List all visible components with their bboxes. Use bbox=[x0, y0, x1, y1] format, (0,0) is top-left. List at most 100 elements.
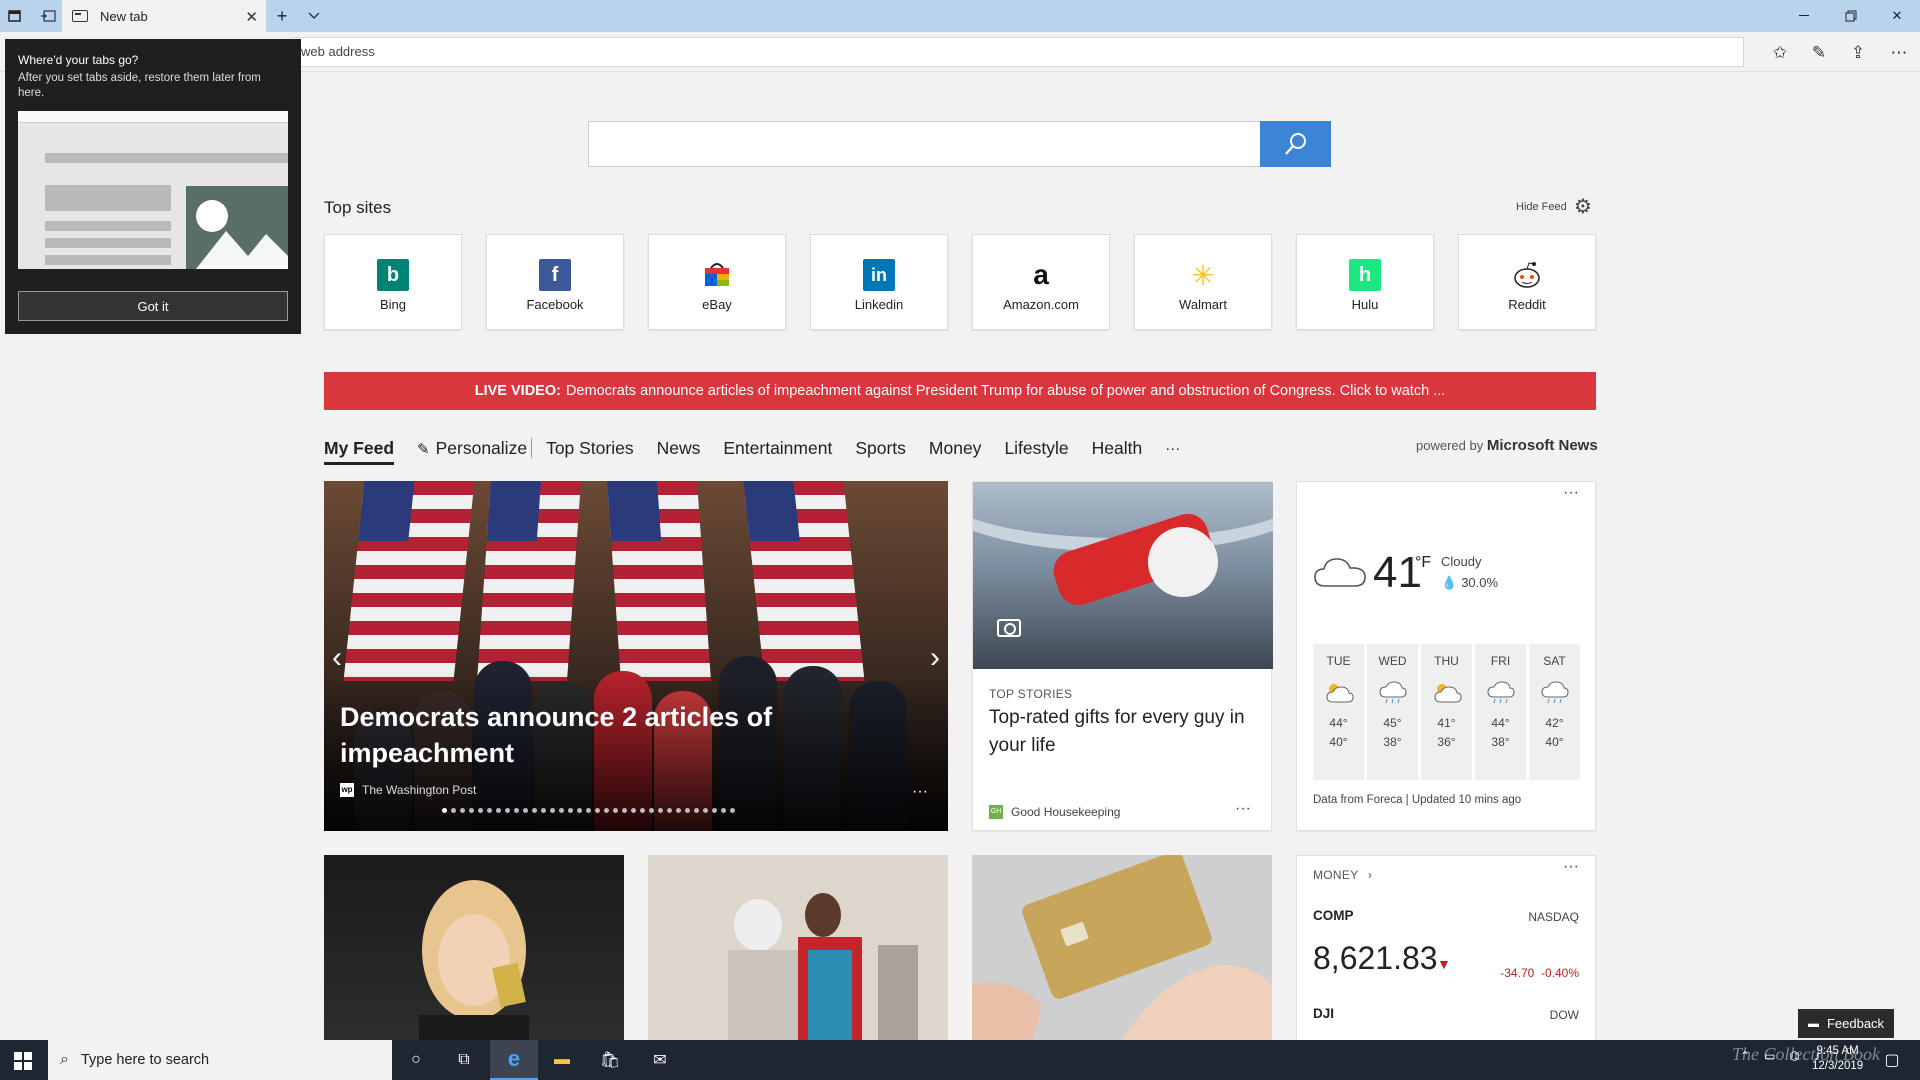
carousel-dot[interactable] bbox=[559, 808, 564, 813]
carousel-dot[interactable] bbox=[523, 808, 528, 813]
carousel-dot[interactable] bbox=[505, 808, 510, 813]
carousel-dot[interactable] bbox=[478, 808, 483, 813]
top-site-walmart[interactable]: ✳ Walmart bbox=[1134, 234, 1272, 330]
minimize-icon[interactable] bbox=[1782, 0, 1828, 32]
money-header[interactable]: MONEY › bbox=[1313, 868, 1372, 882]
tab-news[interactable]: News bbox=[657, 438, 701, 459]
tabs-aside-icon[interactable] bbox=[6, 6, 26, 26]
windows-start-icon[interactable] bbox=[14, 1052, 32, 1070]
tab-preview-chevron-icon[interactable] bbox=[304, 6, 324, 26]
cortana-icon[interactable]: ○ bbox=[392, 1040, 440, 1080]
forecast-day[interactable]: TUE 44° 40° bbox=[1313, 644, 1364, 780]
hide-feed-link[interactable]: Hide Feed bbox=[1516, 201, 1567, 213]
new-tab-plus-icon[interactable]: + bbox=[272, 6, 292, 26]
carousel-dot[interactable] bbox=[469, 808, 474, 813]
carousel-dot[interactable] bbox=[442, 808, 447, 813]
tab-my-feed[interactable]: My Feed bbox=[324, 438, 395, 465]
carousel-dot[interactable] bbox=[532, 808, 537, 813]
tab-health[interactable]: Health bbox=[1092, 438, 1143, 459]
hero-headline[interactable]: Democrats announce 2 articles of impeach… bbox=[340, 699, 810, 771]
tab-entertainment[interactable]: Entertainment bbox=[723, 438, 832, 459]
carousel-dot[interactable] bbox=[658, 808, 663, 813]
search-button[interactable] bbox=[1260, 121, 1331, 167]
top-site-facebook[interactable]: f Facebook bbox=[486, 234, 624, 330]
forecast-day[interactable]: SAT 42° 40° bbox=[1529, 644, 1580, 780]
edge-browser-icon[interactable]: e bbox=[490, 1040, 538, 1080]
tab-new-tab[interactable]: New tab ✕ bbox=[62, 0, 266, 32]
carousel-dot[interactable] bbox=[550, 808, 555, 813]
set-tabs-aside-icon[interactable] bbox=[38, 6, 58, 26]
forecast-day[interactable]: THU 41° 36° bbox=[1421, 644, 1472, 780]
carousel-dot[interactable] bbox=[640, 808, 645, 813]
news-tile-volunteers[interactable] bbox=[648, 855, 948, 1041]
story-card[interactable]: TOP STORIES Top-rated gifts for every gu… bbox=[972, 481, 1273, 831]
carousel-dot[interactable] bbox=[604, 808, 609, 813]
tab-personalize[interactable]: ✎ Personalize bbox=[417, 438, 527, 459]
carousel-dot[interactable] bbox=[694, 808, 699, 813]
restore-icon[interactable] bbox=[1828, 0, 1874, 32]
task-view-icon[interactable]: ⧉ bbox=[440, 1040, 488, 1080]
weather-more-icon[interactable]: ··· bbox=[1563, 484, 1579, 502]
carousel-dot[interactable] bbox=[667, 808, 672, 813]
live-video-banner[interactable]: LIVE VIDEO: Democrats announce articles … bbox=[324, 372, 1596, 410]
web-search-input[interactable] bbox=[588, 121, 1260, 167]
taskbar-search-input[interactable]: ⌕ Type here to search bbox=[48, 1040, 392, 1080]
news-tile-woman-card[interactable] bbox=[324, 855, 624, 1041]
news-tile-credit-card[interactable] bbox=[972, 855, 1272, 1041]
web-note-icon[interactable]: ✎ bbox=[1807, 41, 1831, 65]
carousel-dot[interactable] bbox=[649, 808, 654, 813]
carousel-dot[interactable] bbox=[568, 808, 573, 813]
top-site-linkedin[interactable]: in Linkedin bbox=[810, 234, 948, 330]
microsoft-news-label[interactable]: Microsoft News bbox=[1487, 437, 1598, 454]
favorites-icon[interactable]: ✩ bbox=[1768, 41, 1792, 65]
carousel-dot[interactable] bbox=[451, 808, 456, 813]
hero-more-icon[interactable]: ··· bbox=[912, 783, 928, 801]
top-site-reddit[interactable]: Reddit bbox=[1458, 234, 1596, 330]
address-bar[interactable]: web address bbox=[292, 37, 1744, 67]
carousel-dot[interactable] bbox=[496, 808, 501, 813]
top-site-hulu[interactable]: h Hulu bbox=[1296, 234, 1434, 330]
carousel-dot[interactable] bbox=[622, 808, 627, 813]
tab-money[interactable]: Money bbox=[929, 438, 982, 459]
weather-card[interactable]: ··· 41 °F Cloudy 💧 30.0% TUE 44° 40° WED … bbox=[1296, 481, 1596, 831]
gear-icon[interactable]: ⚙ bbox=[1574, 194, 1592, 219]
carousel-dot[interactable] bbox=[703, 808, 708, 813]
top-site-amazon[interactable]: a Amazon.com bbox=[972, 234, 1110, 330]
carousel-dot[interactable] bbox=[721, 808, 726, 813]
carousel-dot[interactable] bbox=[595, 808, 600, 813]
top-site-bing[interactable]: b Bing bbox=[324, 234, 462, 330]
carousel-dot[interactable] bbox=[613, 808, 618, 813]
got-it-button[interactable]: Got it bbox=[18, 291, 288, 321]
hero-carousel[interactable]: ‹ › Democrats announce 2 articles of imp… bbox=[324, 481, 948, 831]
carousel-dots[interactable] bbox=[442, 808, 735, 813]
mail-icon[interactable]: ✉ bbox=[636, 1040, 684, 1080]
carousel-dot[interactable] bbox=[730, 808, 735, 813]
forecast-day[interactable]: FRI 44° 38° bbox=[1475, 644, 1526, 780]
forecast-day[interactable]: WED 45° 38° bbox=[1367, 644, 1418, 780]
story-title[interactable]: Top-rated gifts for every guy in your li… bbox=[989, 704, 1261, 760]
carousel-dot[interactable] bbox=[577, 808, 582, 813]
money-card[interactable]: MONEY › ··· COMP NASDAQ 8,621.83 ▼ -34.7… bbox=[1296, 855, 1596, 1041]
tab-top-stories[interactable]: Top Stories bbox=[546, 438, 634, 459]
carousel-next-icon[interactable]: › bbox=[930, 641, 940, 675]
tab-lifestyle[interactable]: Lifestyle bbox=[1004, 438, 1068, 459]
feedback-button[interactable]: ▬ Feedback bbox=[1798, 1009, 1894, 1038]
share-icon[interactable]: ⇪ bbox=[1846, 41, 1870, 65]
close-window-icon[interactable]: ✕ bbox=[1874, 0, 1920, 32]
more-menu-icon[interactable]: ⋯ bbox=[1887, 41, 1911, 65]
file-explorer-icon[interactable]: ▬ bbox=[538, 1040, 586, 1080]
carousel-dot[interactable] bbox=[712, 808, 717, 813]
close-tab-icon[interactable]: ✕ bbox=[245, 8, 258, 26]
carousel-dot[interactable] bbox=[514, 808, 519, 813]
carousel-dot[interactable] bbox=[676, 808, 681, 813]
tab-sports[interactable]: Sports bbox=[855, 438, 906, 459]
carousel-dot[interactable] bbox=[685, 808, 690, 813]
carousel-dot[interactable] bbox=[631, 808, 636, 813]
carousel-prev-icon[interactable]: ‹ bbox=[332, 641, 342, 675]
more-tabs-icon[interactable]: ··· bbox=[1165, 440, 1180, 457]
store-icon[interactable]: 🛍 bbox=[586, 1040, 634, 1080]
carousel-dot[interactable] bbox=[541, 808, 546, 813]
story-more-icon[interactable]: ··· bbox=[1235, 800, 1251, 818]
top-site-ebay[interactable]: eBay bbox=[648, 234, 786, 330]
carousel-dot[interactable] bbox=[586, 808, 591, 813]
